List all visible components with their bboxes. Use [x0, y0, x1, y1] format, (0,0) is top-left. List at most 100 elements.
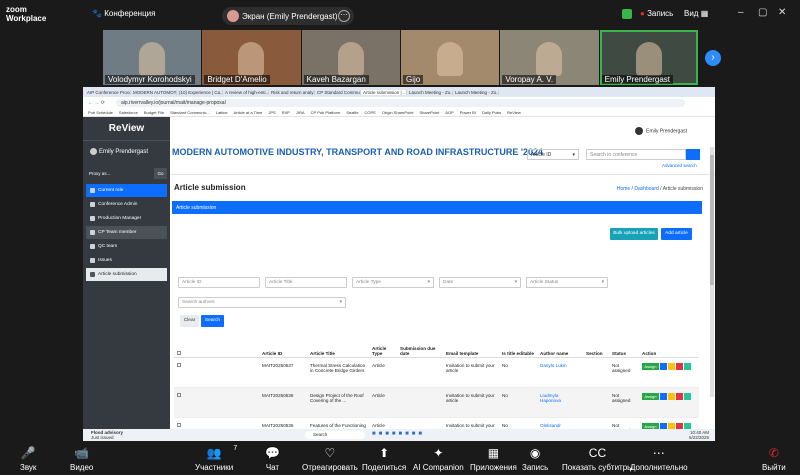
- go-button[interactable]: Go: [154, 168, 167, 179]
- assign-button[interactable]: Assign: [642, 362, 659, 370]
- toolbar-captions-button[interactable]: CC Показать субтитры: [562, 447, 633, 473]
- bookmark-item[interactable]: SharePoint: [419, 110, 439, 115]
- toolbar-video-button[interactable]: 📹 Видео: [70, 447, 93, 473]
- add-article-button[interactable]: Add article: [661, 228, 692, 240]
- toolbar-share-button[interactable]: ⬆ Поделиться: [362, 447, 406, 473]
- bookmark-item[interactable]: RXP: [282, 110, 290, 115]
- breadcrumb-dashboard[interactable]: Dashboard: [634, 186, 658, 192]
- clear-button[interactable]: Clear: [180, 315, 199, 327]
- browser-tab[interactable]: Launch Meeting - Zo...: [453, 89, 499, 95]
- bookmark-item[interactable]: Power BI: [460, 110, 476, 115]
- participant-tile[interactable]: Voropay A. V.: [500, 30, 599, 85]
- toolbar-participants-button[interactable]: 👥 Участники 7: [195, 445, 237, 472]
- maximize-icon[interactable]: ▢: [758, 7, 767, 18]
- bookmark-item[interactable]: Article at a Time: [234, 110, 263, 115]
- cell-author[interactable]: Liudmyla Haponova: [537, 387, 583, 418]
- row-checkbox[interactable]: [177, 422, 181, 427]
- bookmark-item[interactable]: Budget File: [144, 110, 164, 115]
- bookmark-item[interactable]: Pub Schedule: [88, 110, 113, 115]
- date-filter[interactable]: Date ▾: [439, 277, 521, 288]
- header-user-menu[interactable]: Emily Prendergast: [635, 127, 687, 135]
- conference-search-input[interactable]: Search in conference: [586, 149, 686, 160]
- bookmark-item[interactable]: AOP: [445, 110, 453, 115]
- scrollbar[interactable]: [710, 147, 714, 397]
- recording-indicator[interactable]: ● Запись: [640, 9, 673, 18]
- conference-menu[interactable]: 🐾 Конференция: [92, 9, 155, 18]
- sidebar-item-qc-team[interactable]: QC team: [86, 240, 167, 253]
- bulk-upload-button[interactable]: Bulk upload articles: [610, 228, 658, 240]
- bookmark-item[interactable]: Standard Communic...: [170, 110, 210, 115]
- close-icon[interactable]: ✕: [778, 7, 786, 18]
- proxy-select[interactable]: Proxy as... Go: [86, 167, 167, 180]
- scrollbar-thumb[interactable]: [710, 155, 714, 285]
- toolbar-record-button[interactable]: ◉ Запись: [522, 447, 548, 473]
- toolbar-more-button[interactable]: ⋯ Дополнительно: [630, 447, 688, 473]
- weather-widget[interactable]: Flood advisory Just issued: [91, 430, 123, 440]
- screen-share-indicator[interactable]: Экран (Emily Prendergast) ⋯: [222, 7, 354, 25]
- article-type-filter[interactable]: Article Type ▾: [352, 277, 434, 288]
- sidebar-item-current-role[interactable]: Current role: [86, 184, 167, 197]
- bookmark-item[interactable]: ReView: [507, 110, 521, 115]
- browser-tab[interactable]: A review of high-enti...: [223, 89, 269, 95]
- next-page-button[interactable]: ›: [705, 50, 721, 66]
- search-authors-input[interactable]: Search authors ▾: [178, 297, 346, 308]
- taskbar-apps-icon[interactable]: ■■■■■■■■: [372, 431, 425, 437]
- bookmark-item[interactable]: JIRA: [296, 110, 305, 115]
- bookmark-item[interactable]: CP Pub Platform: [311, 110, 341, 115]
- minimize-icon[interactable]: –: [738, 7, 744, 18]
- link-icon[interactable]: [684, 392, 691, 400]
- view-menu[interactable]: Вид ▦: [684, 9, 708, 18]
- nav-arrows-icon[interactable]: ← → ⟳: [88, 100, 116, 106]
- breadcrumb-home[interactable]: Home: [617, 186, 630, 192]
- more-icon[interactable]: ⋯: [338, 10, 350, 22]
- participant-tile[interactable]: Emily Prendergast: [599, 30, 698, 85]
- search-button[interactable]: [686, 149, 700, 160]
- article-id-filter[interactable]: Article ID: [178, 277, 260, 288]
- select-all-checkbox[interactable]: [177, 350, 181, 355]
- row-checkbox[interactable]: [177, 362, 181, 367]
- toolbar-mic-muted-button[interactable]: 🎤 Звук: [20, 447, 36, 473]
- sidebar-item-issues[interactable]: Issues: [86, 254, 167, 267]
- bookmark-item[interactable]: Salesforce: [119, 110, 138, 115]
- article-status-filter[interactable]: Article Status ▾: [526, 277, 608, 288]
- bookmark-item[interactable]: Daily Pubs: [482, 110, 501, 115]
- edit-icon[interactable]: [660, 392, 667, 400]
- article-title-filter[interactable]: Article Title: [265, 277, 347, 288]
- participant-tile[interactable]: Volodymyr Korohodskyi: [103, 30, 202, 85]
- sidebar-item-conference-admin[interactable]: Conference Admin: [86, 198, 167, 211]
- cell-author[interactable]: Danylo Lukin: [537, 357, 583, 388]
- browser-tab[interactable]: CP Standard Commun...: [315, 89, 361, 95]
- delete-icon[interactable]: [676, 362, 683, 370]
- participant-tile[interactable]: Gijo: [400, 30, 500, 85]
- delete-icon[interactable]: [676, 392, 683, 400]
- search-submit-button[interactable]: Search: [201, 315, 224, 327]
- taskbar-search[interactable]: Search: [305, 431, 365, 439]
- toolbar-apps-button[interactable]: ▦ Приложения: [470, 447, 517, 473]
- toolbar-ai-companion-button[interactable]: ✦ AI Companion: [413, 447, 464, 473]
- bookmark-item[interactable]: Seafile: [346, 110, 358, 115]
- edit-icon[interactable]: [660, 362, 667, 370]
- toolbar-react-button[interactable]: ♡ Отреагировать: [302, 447, 358, 473]
- toolbar-leave-button[interactable]: ✆ Выйти: [762, 447, 786, 473]
- sidebar-item-cp-team-member[interactable]: CP Team member: [86, 226, 167, 239]
- browser-tab[interactable]: (10) Experience | Ca...: [177, 89, 223, 95]
- assign-button[interactable]: Assign: [642, 392, 659, 400]
- sidebar-item-production-manager[interactable]: Production Manager: [86, 212, 167, 225]
- row-checkbox[interactable]: [177, 392, 181, 397]
- toolbar-chat-button[interactable]: 💬 Чат: [265, 447, 280, 473]
- bookmark-item[interactable]: Origin SharePoint: [382, 110, 414, 115]
- search-type-select[interactable]: Article ID ▾: [527, 149, 579, 160]
- browser-tab[interactable]: Risk and return analy...: [269, 89, 315, 95]
- advanced-search-link[interactable]: Advanced search: [662, 163, 697, 168]
- sidebar-item-article-submission[interactable]: Article submission: [86, 268, 167, 281]
- link-icon[interactable]: [684, 362, 691, 370]
- browser-tab[interactable]: MODERN AUTOMOTIV...: [131, 89, 177, 95]
- bookmark-item[interactable]: COPE: [365, 110, 376, 115]
- url-field[interactable]: aip.riverrvalley.io/journal/mait/manage-…: [116, 98, 685, 107]
- browser-tab[interactable]: AIP Conference Proce...: [85, 89, 131, 95]
- browser-tab[interactable]: Article submission | ...: [361, 89, 407, 95]
- security-shield-icon[interactable]: [622, 9, 632, 19]
- participant-tile[interactable]: Bridget D'Amelio: [202, 30, 301, 85]
- mail-icon[interactable]: [668, 362, 675, 370]
- bookmark-item[interactable]: Lattice: [216, 110, 228, 115]
